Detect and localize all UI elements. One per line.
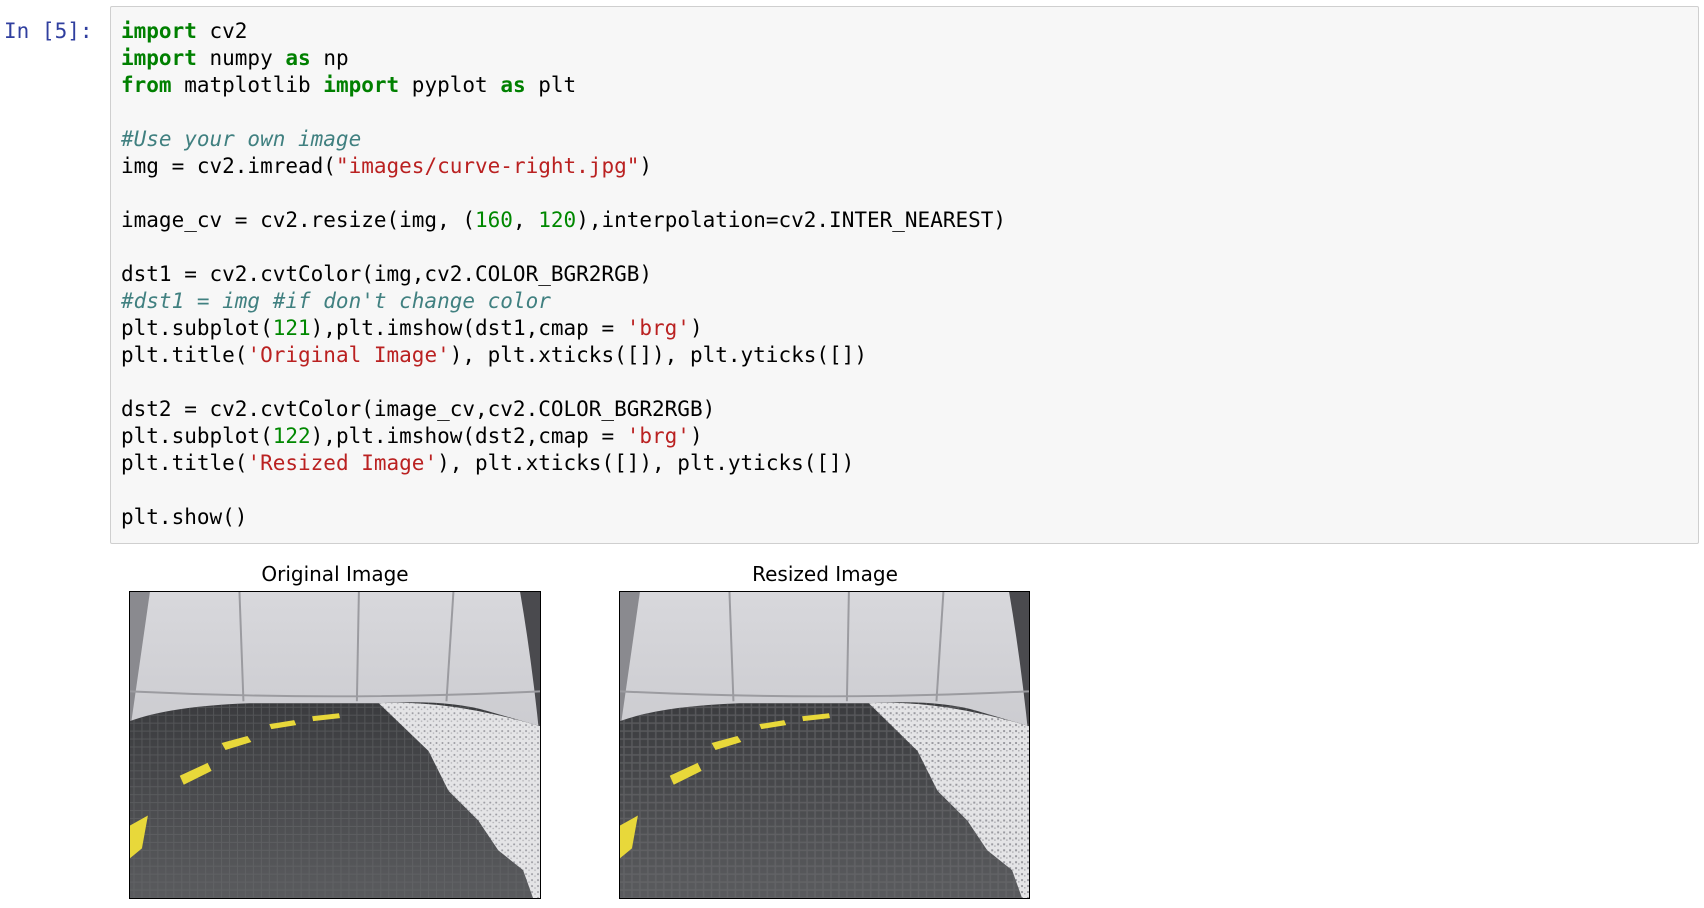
code-line: from matplotlib import pyplot as plt — [121, 72, 1006, 99]
subplot-title-original: Original Image — [261, 562, 409, 586]
code-token: as — [500, 73, 526, 97]
code-token: pyplot — [399, 73, 501, 97]
code-token: as — [285, 46, 311, 70]
code-token: 'Original Image' — [247, 343, 450, 367]
code-line: plt.subplot(121),plt.imshow(dst1,cmap = … — [121, 315, 1006, 342]
code-line: import cv2 — [121, 18, 1006, 45]
code-line: #dst1 = img #if don't change color — [121, 288, 1006, 315]
code-token: 'Resized Image' — [247, 451, 438, 475]
code-token: , — [512, 208, 539, 232]
code-token: 121 — [272, 316, 311, 340]
code-token: plt.subplot( — [121, 316, 273, 340]
code-token: img = cv2.imread( — [121, 154, 336, 178]
cell-prompt: In [5]: — [4, 19, 93, 43]
subplot-image-resized — [619, 591, 1030, 899]
code-token: ), plt.xticks([]), plt.yticks([]) — [437, 451, 855, 475]
code-line: dst2 = cv2.cvtColor(image_cv,cv2.COLOR_B… — [121, 396, 1006, 423]
code-line: img = cv2.imread("images/curve-right.jpg… — [121, 153, 1006, 180]
code-token: from — [121, 73, 172, 97]
code-token: matplotlib — [171, 73, 324, 97]
code-token: plt.title( — [121, 451, 248, 475]
cell-output: Original Image Resized Image — [0, 550, 1704, 908]
code-token: plt.title( — [121, 343, 248, 367]
code-token: import — [323, 73, 400, 97]
code-token: plt.show() — [121, 505, 248, 529]
code-cell-editor[interactable]: import cv2 import numpy as np from matplot… — [110, 6, 1699, 544]
code-block[interactable]: import cv2 import numpy as np from matplot… — [121, 18, 1006, 531]
code-line: dst1 = cv2.cvtColor(img,cv2.COLOR_BGR2RG… — [121, 261, 1006, 288]
code-token: numpy — [196, 46, 286, 70]
code-line: import numpy as np — [121, 45, 1006, 72]
code-token: 'brg' — [626, 316, 690, 340]
code-token: 160 — [475, 208, 513, 232]
code-token: ),interpolation=cv2.INTER_NEAREST) — [576, 208, 1007, 232]
code-token: 'brg' — [626, 424, 690, 448]
code-token: image_cv = cv2.resize(img, ( — [121, 208, 476, 232]
code-line: plt.title('Resized Image'), plt.xticks([… — [121, 450, 1006, 477]
code-token: dst2 = cv2.cvtColor(image_cv,cv2.COLOR_B… — [121, 397, 716, 421]
code-token: ),plt.imshow(dst2,cmap = — [310, 424, 627, 448]
code-token: dst1 = cv2.cvtColor(img,cv2.COLOR_BGR2RG… — [121, 262, 653, 286]
code-token: import — [121, 46, 197, 70]
code-token: ) — [689, 424, 703, 448]
code-line: plt.subplot(122),plt.imshow(dst2,cmap = … — [121, 423, 1006, 450]
fisheye-track-photo-resized — [620, 592, 1029, 898]
subplot-image-original — [129, 591, 541, 899]
code-line: plt.show() — [121, 504, 1006, 531]
subplot-title-resized: Resized Image — [752, 562, 898, 586]
code-token: "images/curve-right.jpg" — [335, 154, 640, 178]
code-token: ) — [639, 154, 653, 178]
code-token: #dst1 = img #if don't change color — [121, 289, 551, 313]
fisheye-track-photo-original — [130, 592, 540, 898]
code-token: import — [121, 19, 197, 43]
code-line: plt.title('Original Image'), plt.xticks(… — [121, 342, 1006, 369]
code-line: image_cv = cv2.resize(img, (160, 120),in… — [121, 207, 1006, 234]
code-token: np — [310, 46, 349, 70]
code-token: ), plt.xticks([]), plt.yticks([]) — [449, 343, 867, 367]
code-token: ) — [689, 316, 703, 340]
code-token: #Use your own image — [121, 127, 362, 151]
code-token: 122 — [272, 424, 311, 448]
code-line: #Use your own image — [121, 126, 1006, 153]
code-token: plt — [525, 73, 577, 97]
code-token: plt.subplot( — [121, 424, 273, 448]
code-token: cv2 — [196, 19, 248, 43]
code-token: 120 — [538, 208, 577, 232]
code-token: ),plt.imshow(dst1,cmap = — [310, 316, 627, 340]
